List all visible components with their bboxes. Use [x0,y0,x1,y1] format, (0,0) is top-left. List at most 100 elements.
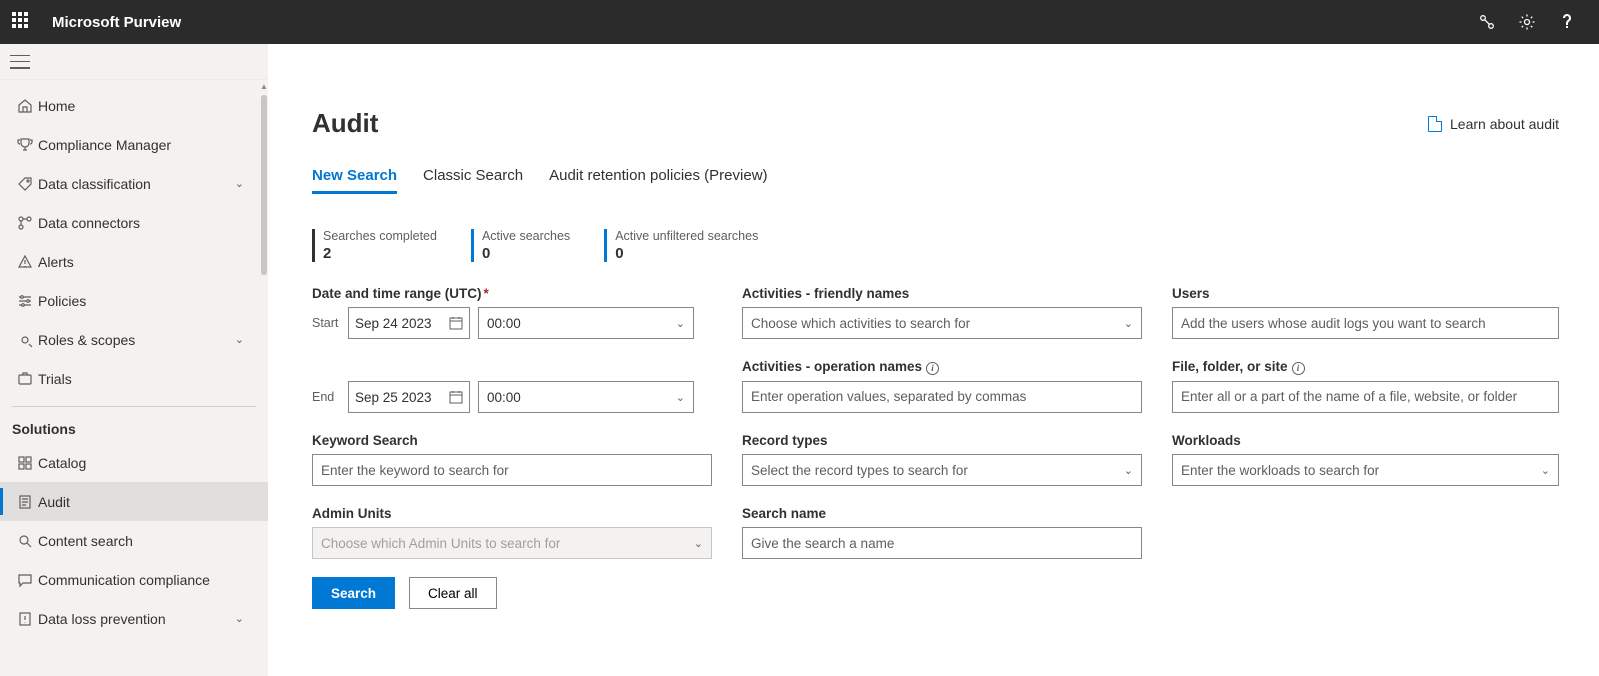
sidebar-solutions-heading: Solutions [0,411,268,443]
end-time-picker[interactable]: 00:00 ⌄ [478,381,694,413]
sidebar-item-alerts[interactable]: Alerts [0,242,268,281]
sliders-icon [12,293,38,309]
hamburger-icon[interactable] [10,55,30,69]
sidebar-item-label: Data loss prevention [38,611,166,627]
activities-friendly-select[interactable]: Choose which activities to search for ⌄ [742,307,1142,339]
tab-classic-search[interactable]: Classic Search [423,161,523,194]
sidebar-item-label: Catalog [38,455,86,471]
calendar-icon [449,316,463,330]
sidebar-item-policies[interactable]: Policies [0,281,268,320]
search-button[interactable]: Search [312,577,395,609]
keyword-input[interactable] [312,454,712,486]
scrollbar-thumb[interactable] [261,95,267,275]
sidebar-item-label: Data connectors [38,215,140,231]
sidebar-item-content-search[interactable]: Content search [0,521,268,560]
settings-icon[interactable] [1507,0,1547,44]
record-types-select[interactable]: Select the record types to search for ⌄ [742,454,1142,486]
sidebar: Home Compliance Manager Data classificat… [0,80,268,676]
sidebar-item-label: Content search [38,533,133,549]
end-date-picker[interactable]: Sep 25 2023 [348,381,470,413]
field-users: Users [1172,286,1559,339]
info-icon[interactable]: i [1292,362,1305,375]
home-icon [12,98,38,114]
file-folder-site-input[interactable] [1172,381,1559,413]
end-sublabel: End [312,390,340,404]
field-end-date: End Sep 25 2023 00:00 ⌄ [312,359,712,413]
sidebar-item-label: Compliance Manager [38,137,171,153]
sidebar-item-label: Policies [38,293,86,309]
sidebar-item-data-classification[interactable]: Data classification ⌄ [0,164,268,203]
stat-searches-completed: Searches completed 2 [312,229,437,262]
sidebar-item-data-loss-prevention[interactable]: Data loss prevention ⌄ [0,599,268,638]
document-icon [1428,116,1442,132]
start-date-picker[interactable]: Sep 24 2023 [348,307,470,339]
sidebar-item-label: Trials [38,371,72,387]
clear-all-button[interactable]: Clear all [409,577,497,609]
search-name-input[interactable] [742,527,1142,559]
tab-new-search[interactable]: New Search [312,161,397,194]
sidebar-item-label: Audit [38,494,70,510]
search-icon [12,533,38,549]
field-activities-operation: Activities - operation namesi [742,359,1142,413]
page-title: Audit [312,108,378,139]
audit-icon [12,494,38,510]
start-time-picker[interactable]: 00:00 ⌄ [478,307,694,339]
sidebar-item-label: Data classification [38,176,151,192]
sidebar-item-trials[interactable]: Trials [0,359,268,398]
stat-active-searches: Active searches 0 [471,229,570,262]
workloads-select[interactable]: Enter the workloads to search for ⌄ [1172,454,1559,486]
info-icon[interactable]: i [926,362,939,375]
field-date-range: Date and time range (UTC)* Start Sep 24 … [312,286,712,339]
calendar-icon [449,390,463,404]
start-sublabel: Start [312,316,340,330]
chevron-down-icon: ⌄ [235,177,244,190]
trials-icon [12,371,38,387]
scope-icon [12,332,38,348]
trophy-icon [12,137,38,153]
chevron-down-icon: ⌄ [1124,464,1133,477]
activities-operation-input[interactable] [742,381,1142,413]
search-stats: Searches completed 2 Active searches 0 A… [312,229,1559,262]
chevron-down-icon: ⌄ [694,537,703,550]
field-workloads: Workloads Enter the workloads to search … [1172,433,1559,486]
admin-units-select[interactable]: Choose which Admin Units to search for ⌄ [312,527,712,559]
chevron-down-icon: ⌄ [676,391,685,404]
sidebar-item-communication-compliance[interactable]: Communication compliance [0,560,268,599]
field-keyword: Keyword Search [312,433,712,486]
product-title: Microsoft Purview [52,14,181,31]
app-launcher-icon[interactable] [12,12,32,32]
learn-about-audit-link[interactable]: Learn about audit [1428,116,1559,132]
stat-active-unfiltered-searches: Active unfiltered searches 0 [604,229,758,262]
grid-icon [12,455,38,471]
chevron-down-icon: ⌄ [235,333,244,346]
sidebar-item-home[interactable]: Home [0,86,268,125]
sidebar-item-compliance-manager[interactable]: Compliance Manager [0,125,268,164]
sidebar-item-data-connectors[interactable]: Data connectors [0,203,268,242]
required-indicator: * [484,286,489,301]
sidebar-item-roles-scopes[interactable]: Roles & scopes ⌄ [0,320,268,359]
connections-icon[interactable] [1467,0,1507,44]
sidebar-item-audit[interactable]: Audit [0,482,268,521]
users-input[interactable] [1172,307,1559,339]
field-search-name: Search name [742,506,1142,559]
tab-audit-retention-policies[interactable]: Audit retention policies (Preview) [549,161,767,194]
chat-icon [12,572,38,588]
sidebar-scrollbar[interactable]: ▲ [260,80,268,676]
chevron-down-icon: ⌄ [1124,317,1133,330]
dlp-icon [12,611,38,627]
main-content: Audit Learn about audit New Search Class… [268,80,1599,676]
connector-icon [12,215,38,231]
help-icon[interactable] [1547,0,1587,44]
field-activities-friendly: Activities - friendly names Choose which… [742,286,1142,339]
field-record-types: Record types Select the record types to … [742,433,1142,486]
sidebar-item-label: Roles & scopes [38,332,135,348]
sidebar-item-label: Communication compliance [38,572,210,588]
top-bar: Microsoft Purview [0,0,1599,44]
field-file-folder-site: File, folder, or sitei [1172,359,1559,413]
sidebar-separator [12,406,256,407]
sidebar-item-catalog[interactable]: Catalog [0,443,268,482]
sidebar-item-label: Alerts [38,254,74,270]
tabs: New Search Classic Search Audit retentio… [312,161,1559,195]
learn-link-label: Learn about audit [1450,116,1559,132]
chevron-down-icon: ⌄ [1541,464,1550,477]
